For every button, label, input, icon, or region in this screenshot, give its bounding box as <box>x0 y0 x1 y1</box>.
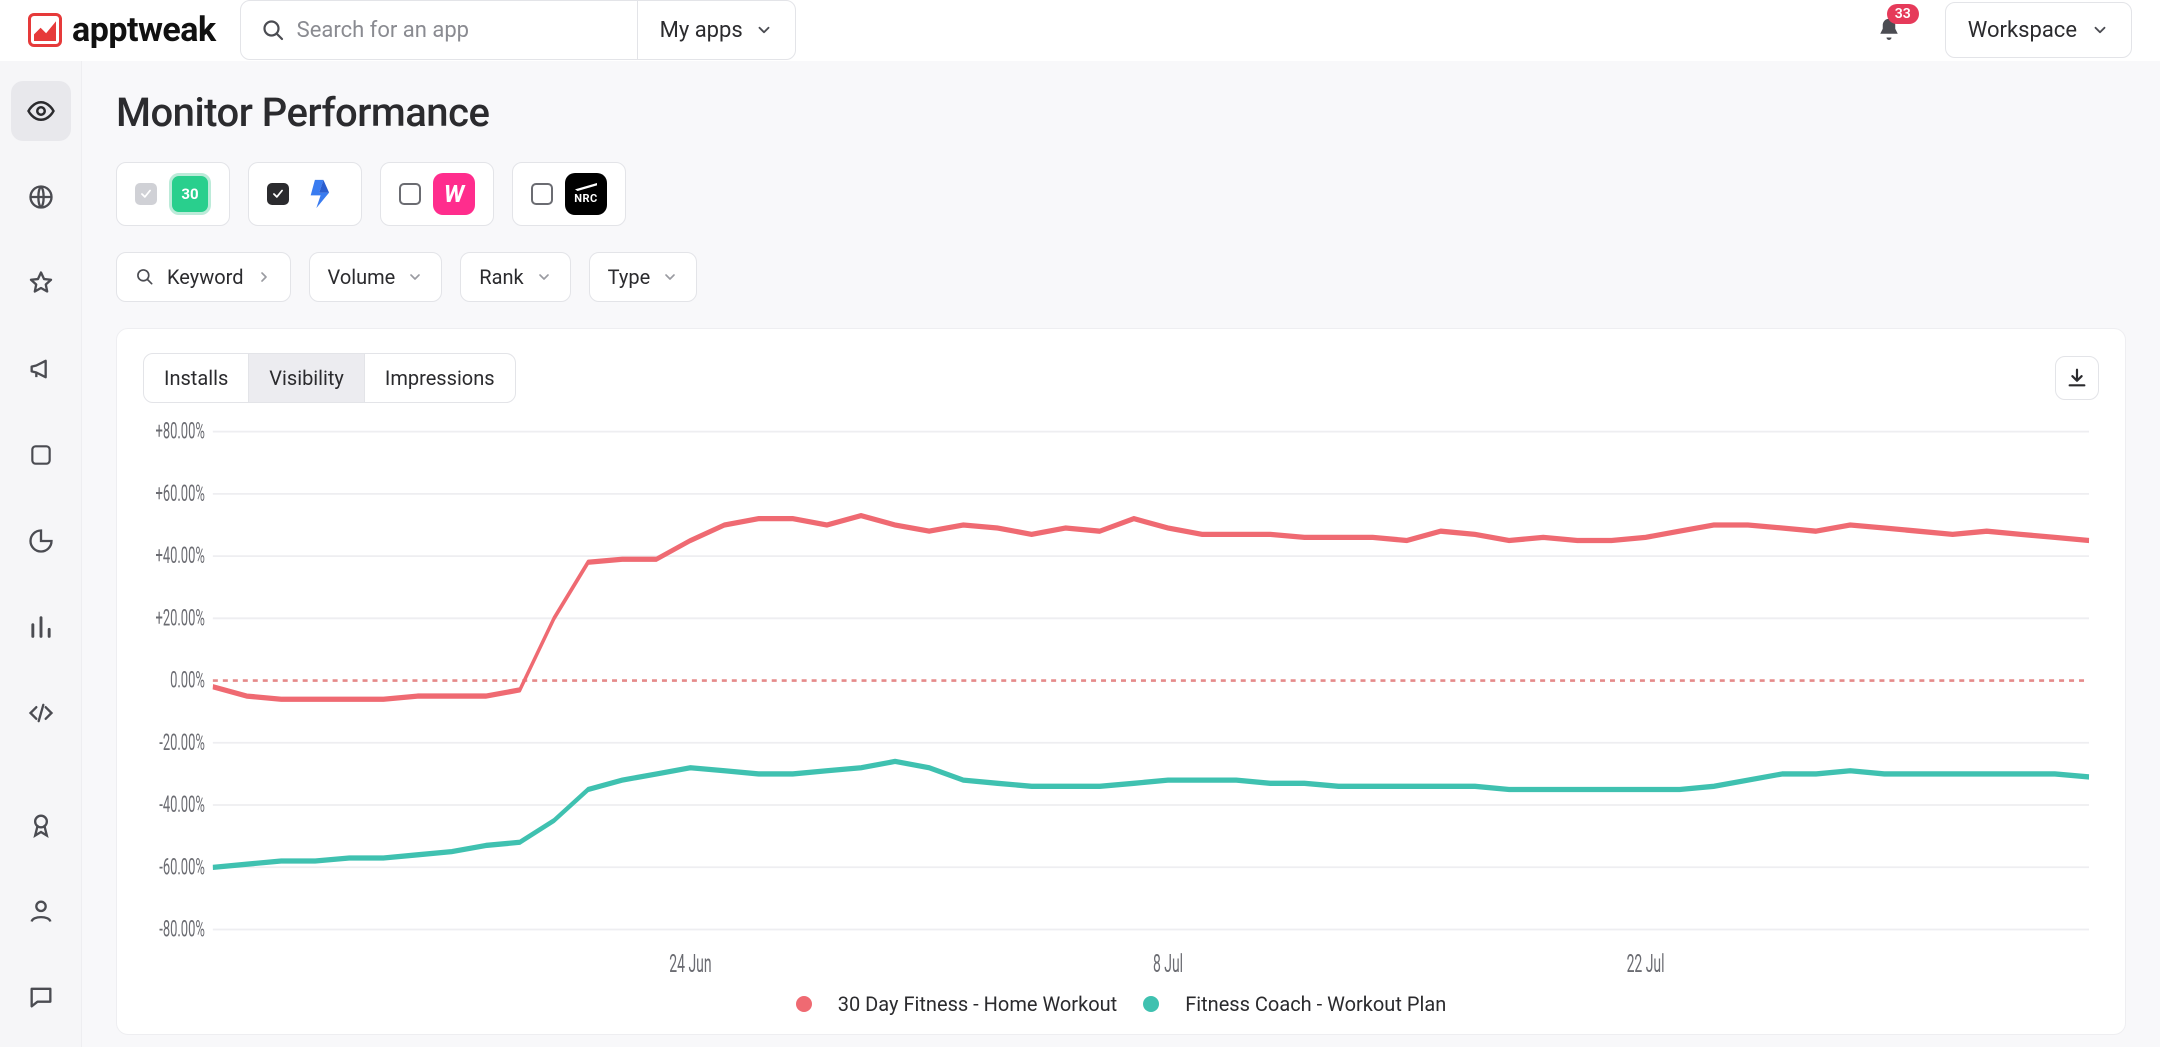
main-content: Monitor Performance 30 W NRC <box>82 61 2160 1047</box>
volume-label: Volume <box>328 265 396 289</box>
megaphone-icon <box>27 355 55 383</box>
chevron-right-icon <box>256 269 272 285</box>
my-apps-label: My apps <box>660 18 743 43</box>
search-input[interactable] <box>297 18 617 43</box>
chart-legend: 30 Day Fitness - Home Workout Fitness Co… <box>143 986 2099 1016</box>
rank-filter[interactable]: Rank <box>460 252 570 302</box>
sidebar-item-globe[interactable] <box>11 167 71 227</box>
download-button[interactable] <box>2055 356 2099 400</box>
chat-icon <box>27 983 55 1011</box>
sidebar-item-overview[interactable] <box>11 81 71 141</box>
pie-icon <box>27 527 55 555</box>
chevron-down-icon <box>755 21 773 39</box>
legend-label-b: Fitness Coach - Workout Plan <box>1185 992 1446 1016</box>
globe-icon <box>27 183 55 211</box>
svg-text:-40.00%: -40.00% <box>159 791 205 818</box>
sidebar-item-chat[interactable] <box>11 967 71 1027</box>
legend-dot-b <box>1143 996 1159 1012</box>
sidebar-item-award[interactable] <box>11 795 71 855</box>
notifications-button[interactable]: 33 <box>1869 10 1909 50</box>
chart-card: Installs Visibility Impressions +80.00%+… <box>116 328 2126 1035</box>
type-filter[interactable]: Type <box>589 252 698 302</box>
svg-text:0.00%: 0.00% <box>170 667 205 694</box>
volume-filter[interactable]: Volume <box>309 252 443 302</box>
sidebar-item-code[interactable] <box>11 683 71 743</box>
sidebar-item-user[interactable] <box>11 881 71 941</box>
checkbox-icon <box>135 183 157 205</box>
svg-text:24 Jun: 24 Jun <box>669 948 711 978</box>
svg-text:-80.00%: -80.00% <box>159 916 205 943</box>
eye-icon <box>26 96 56 126</box>
sidebar-item-star[interactable] <box>11 253 71 313</box>
chevron-down-icon <box>662 269 678 285</box>
search-group: My apps <box>240 0 796 60</box>
metric-tabs: Installs Visibility Impressions <box>143 353 516 403</box>
svg-text:+20.00%: +20.00% <box>155 604 204 631</box>
app-chip-30day[interactable]: 30 <box>116 162 230 226</box>
star-icon <box>27 269 55 297</box>
svg-text:8 Jul: 8 Jul <box>1153 948 1183 978</box>
svg-text:22 Jul: 22 Jul <box>1627 948 1665 978</box>
svg-text:+40.00%: +40.00% <box>155 542 204 569</box>
svg-text:-60.00%: -60.00% <box>159 853 205 880</box>
chart-svg: +80.00% +60.00% +40.00% +20.00% 0.00% -20.00%… <box>143 421 2099 986</box>
my-apps-dropdown[interactable]: My apps <box>637 1 795 59</box>
legend-dot-a <box>796 996 812 1012</box>
legend-label-a: 30 Day Fitness - Home Workout <box>838 992 1117 1016</box>
tab-installs[interactable]: Installs <box>144 354 248 402</box>
app-icon-fitnesscoach <box>301 173 343 215</box>
chevron-down-icon <box>407 269 423 285</box>
sidebar-item-pie[interactable] <box>11 511 71 571</box>
top-bar: apptweak My apps 33 Workspace <box>0 0 2160 61</box>
workspace-label: Workspace <box>1968 18 2077 43</box>
sidebar-item-bars[interactable] <box>11 597 71 657</box>
bars-icon <box>27 613 55 641</box>
chart-area: +80.00% +60.00% +40.00% +20.00% 0.00% -20.00%… <box>143 421 2099 1016</box>
app-chip-nrc[interactable]: NRC <box>512 162 626 226</box>
checkbox-icon <box>399 183 421 205</box>
brand-name: apptweak <box>72 10 216 50</box>
code-icon <box>27 699 55 727</box>
search-icon <box>261 18 285 42</box>
workspace-dropdown[interactable]: Workspace <box>1945 2 2132 58</box>
app-icon-30day: 30 <box>169 173 211 215</box>
app-chip-workoutwomen[interactable]: W <box>380 162 494 226</box>
checkbox-icon <box>531 183 553 205</box>
brand-mark-icon <box>28 13 62 47</box>
chevron-down-icon <box>2091 21 2109 39</box>
keyword-label: Keyword <box>167 265 244 289</box>
app-selector-row: 30 W NRC <box>116 162 2126 226</box>
square-icon <box>28 442 54 468</box>
swoosh-icon <box>575 183 597 191</box>
user-icon <box>27 897 55 925</box>
svg-text:+60.00%: +60.00% <box>155 480 204 507</box>
sidebar-item-square[interactable] <box>11 425 71 485</box>
tab-impressions[interactable]: Impressions <box>364 354 515 402</box>
rank-label: Rank <box>479 265 523 289</box>
brand-logo[interactable]: apptweak <box>28 10 216 50</box>
checkbox-icon <box>267 183 289 205</box>
sidebar <box>0 61 82 1047</box>
svg-text:-20.00%: -20.00% <box>159 729 205 756</box>
svg-text:+80.00%: +80.00% <box>155 421 204 445</box>
chevron-down-icon <box>536 269 552 285</box>
page-title: Monitor Performance <box>116 89 2126 136</box>
app-icon-workoutwomen: W <box>433 173 475 215</box>
type-label: Type <box>608 265 651 289</box>
notification-badge: 33 <box>1887 4 1919 24</box>
award-icon <box>27 811 55 839</box>
sidebar-item-megaphone[interactable] <box>11 339 71 399</box>
download-icon <box>2066 367 2088 389</box>
app-chip-fitnesscoach[interactable] <box>248 162 362 226</box>
app-icon-nrc: NRC <box>565 173 607 215</box>
bolt-icon <box>305 177 339 211</box>
filter-row: Keyword Volume Rank Type <box>116 252 2126 302</box>
tab-visibility[interactable]: Visibility <box>248 354 364 402</box>
search-box[interactable] <box>241 1 637 59</box>
search-icon <box>135 267 155 287</box>
keyword-filter[interactable]: Keyword <box>116 252 291 302</box>
